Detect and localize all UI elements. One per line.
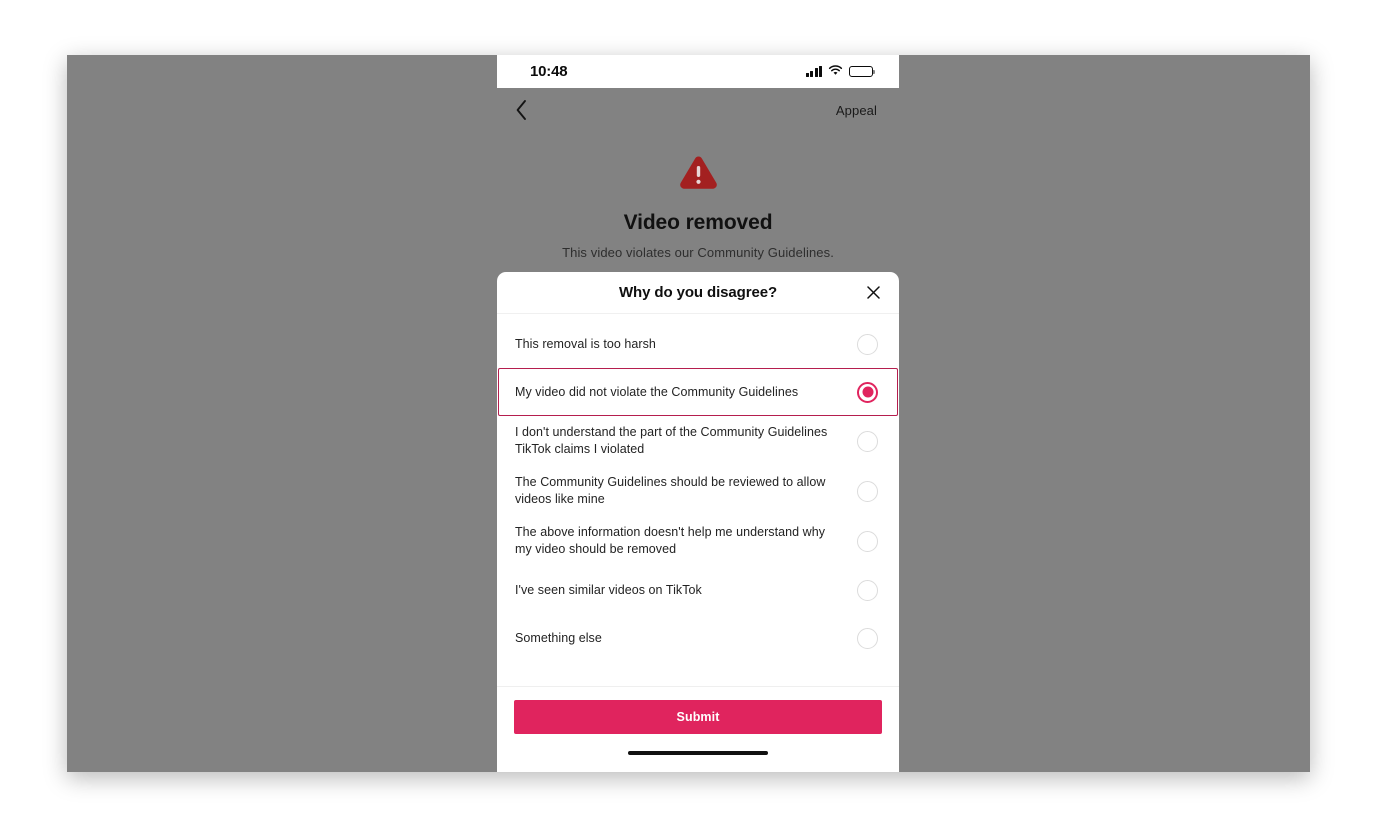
navigation-bar: Appeal (497, 88, 899, 132)
radio-button-selected[interactable] (857, 381, 878, 403)
reason-option-label: My video did not violate the Community G… (515, 384, 799, 399)
submit-button[interactable]: Submit (514, 700, 882, 734)
appeal-title: Appeal (835, 102, 877, 118)
home-indicator-area (497, 734, 899, 772)
radio-button[interactable] (857, 530, 878, 552)
video-removed-notice: Video removed This video violates our Co… (497, 132, 899, 260)
reason-option-row[interactable]: This removal is too harsh (498, 320, 898, 368)
back-chevron-icon[interactable] (515, 99, 528, 121)
sheet-title: Why do you disagree? (618, 284, 778, 301)
wifi-icon (828, 63, 843, 81)
sheet-header: Why do you disagree? (497, 272, 899, 314)
reason-option-label: The Community Guidelines should be revie… (515, 475, 826, 506)
reason-option-row[interactable]: Something else (498, 614, 898, 662)
reason-option-row[interactable]: I've seen similar videos on TikTok (498, 566, 898, 614)
reason-option-label: I've seen similar videos on TikTok (515, 582, 702, 597)
battery-full-icon (849, 65, 875, 78)
status-bar-icons (805, 63, 875, 81)
reason-option-label: The above information doesn't help me un… (515, 525, 826, 556)
warning-triangle-icon (676, 156, 721, 196)
status-bar-time: 10:48 (530, 63, 568, 80)
radio-button[interactable] (857, 579, 878, 601)
phone-screen: 10:48 Appeal Video removed This video vi… (497, 55, 899, 772)
radio-button[interactable] (857, 333, 878, 355)
notice-subtitle: This video violates our Community Guidel… (562, 245, 834, 260)
close-x-icon[interactable] (861, 281, 885, 305)
reason-option-row[interactable]: The above information doesn't help me un… (498, 516, 898, 566)
sheet-footer: Submit (497, 686, 899, 734)
reason-option-label: This removal is too harsh (515, 336, 656, 351)
reason-options-list: This removal is too harsh My video did no… (497, 314, 899, 686)
reason-option-row[interactable]: I don't understand the part of the Commu… (498, 416, 898, 466)
radio-button[interactable] (857, 480, 878, 502)
notice-title: Video removed (623, 211, 773, 234)
radio-button[interactable] (857, 627, 878, 649)
status-bar: 10:48 (497, 55, 899, 88)
reason-option-row[interactable]: The Community Guidelines should be revie… (498, 466, 898, 516)
home-indicator (628, 751, 768, 755)
radio-button[interactable] (857, 430, 878, 452)
cellular-signal-icon (805, 66, 822, 77)
disagree-reason-sheet: Why do you disagree? This removal is too… (497, 272, 899, 772)
reason-option-label: Something else (515, 630, 602, 645)
reason-option-row[interactable]: My video did not violate the Community G… (498, 368, 898, 416)
reason-option-label: I don't understand the part of the Commu… (515, 425, 828, 456)
